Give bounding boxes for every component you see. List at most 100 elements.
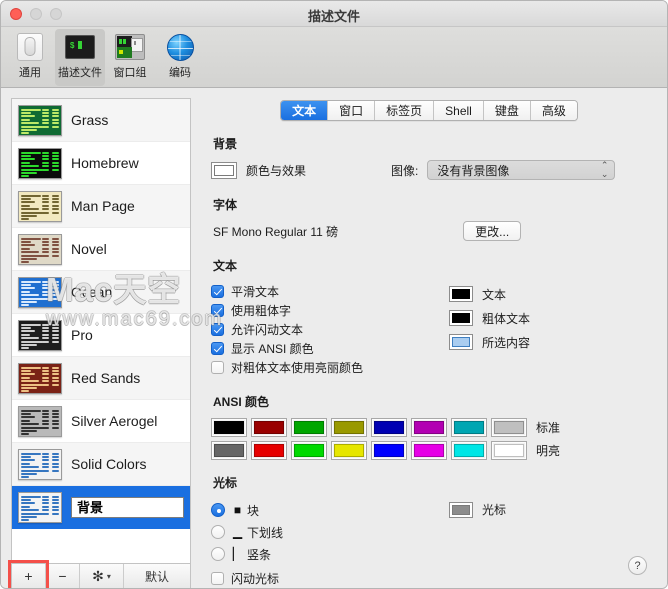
ansi-color-swatch[interactable] [251,441,287,460]
gear-icon: ✻ [92,567,104,584]
background-color-well[interactable] [211,161,237,179]
profile-list-footer: + − ✻ ▾ 默认 [8,560,191,588]
preferences-window: 描述文件 通用 $ 描述文件 窗口组 编码 Grass Homebrew Man P [0,0,668,589]
ansi-color-swatch[interactable] [251,418,287,437]
cursor-section-title: 光标 [213,476,238,490]
profile-row[interactable]: Man Page [12,185,190,228]
profile-name-label: Grass [71,112,109,128]
tab-Shell[interactable]: Shell [434,101,484,120]
cursor-shape-glyph: ■ [233,503,242,517]
ansi-color-swatch[interactable] [371,418,407,437]
color-well[interactable] [449,286,473,302]
tab-高级[interactable]: 高级 [530,101,577,120]
set-default-label: 默认 [144,569,169,584]
color-well[interactable] [449,310,473,326]
ansi-color-swatch[interactable] [291,418,327,437]
profile-row[interactable]: Grass [12,99,190,142]
tab-标签页[interactable]: 标签页 [375,101,435,120]
toolbar-item-encodings[interactable]: 编码 [155,29,205,86]
checkbox[interactable] [211,323,224,336]
profile-actions-button[interactable]: ✻ ▾ [80,564,124,588]
text-color-well-row: 文本 [449,282,530,306]
text-option-row[interactable]: 显示 ANSI 颜色 [211,339,441,358]
preferences-toolbar: 通用 $ 描述文件 窗口组 编码 [1,27,667,88]
text-option-row[interactable]: 使用粗体字 [211,301,441,320]
text-options-group: 平滑文本使用粗体字 允许闪动文本 显示 ANSI 颜色对粗体文本使用亮丽颜色 [211,282,441,377]
profile-row[interactable]: Solid Colors [12,443,190,486]
checkbox-label: 对粗体文本使用亮丽颜色 [231,361,364,375]
ansi-color-swatch[interactable] [491,418,527,437]
tab-键盘[interactable]: 键盘 [483,101,531,120]
tab-窗口[interactable]: 窗口 [328,101,376,120]
background-section-title: 背景 [213,137,238,151]
window-body: Grass Homebrew Man Page Novel Ocean Pro Red Sa… [1,88,667,588]
ansi-color-swatch[interactable] [411,418,447,437]
cursor-color-label: 光标 [482,503,507,517]
color-well-label: 所选内容 [482,335,531,350]
toolbar-label-general: 通用 [19,67,41,79]
ansi-color-rows: 标准 明亮 [211,418,649,460]
profile-name-input[interactable]: 背景 [71,496,184,518]
radio-button[interactable] [211,503,225,517]
ansi-color-swatch[interactable] [331,418,367,437]
profile-row[interactable]: Novel [12,228,190,271]
profile-list[interactable]: Grass Homebrew Man Page Novel Ocean Pro Red Sa… [11,98,191,563]
profile-name-label: Homebrew [71,155,139,171]
ansi-color-swatch[interactable] [451,441,487,460]
text-section-title: 文本 [213,259,238,273]
profile-name-label: Man Page [71,198,135,214]
background-image-select[interactable]: 没有背景图像 ⌃ ⌄ [427,160,616,180]
checkbox[interactable] [211,304,224,317]
profile-row[interactable]: Silver Aerogel [12,400,190,443]
profile-name-label: Solid Colors [71,456,147,472]
profile-thumbnail [18,147,62,179]
ansi-color-swatch[interactable] [411,441,447,460]
cursor-shape-glyph: ▁ [232,525,243,539]
cursor-option-row[interactable]: ▁ 下划线 [211,521,441,543]
ansi-color-swatch[interactable] [371,441,407,460]
checkbox[interactable] [211,361,224,374]
toolbar-item-window-groups[interactable]: 窗口组 [105,29,155,86]
profile-thumbnail [18,405,62,437]
background-image-value: 没有背景图像 [437,163,510,178]
radio-button[interactable] [211,525,225,539]
ansi-color-swatch[interactable] [491,441,527,460]
ansi-color-swatch[interactable] [291,441,327,460]
text-option-row[interactable]: 允许闪动文本 [211,320,441,339]
checkbox-label: 平滑文本 [231,285,280,299]
cursor-option-row[interactable]: ▏ 竖条 [211,543,441,565]
ansi-color-swatch[interactable] [211,441,247,460]
ansi-color-swatch[interactable] [211,418,247,437]
text-color-well-row: 所选内容 [449,330,530,354]
profile-row[interactable]: Pro [12,314,190,357]
toolbar-item-general[interactable]: 通用 [5,29,55,86]
profile-row[interactable]: Red Sands [12,357,190,400]
radio-button[interactable] [211,547,225,561]
change-font-label: 更改... [475,224,510,239]
add-profile-button[interactable]: + [8,560,49,588]
remove-profile-button[interactable]: − [46,564,80,588]
checkbox[interactable] [211,342,224,355]
blink-cursor-row[interactable]: 闪动光标 [211,569,441,588]
profile-row[interactable]: 背景 [12,486,190,529]
change-font-button[interactable]: 更改... [463,221,522,241]
checkbox[interactable] [211,285,224,298]
text-option-row[interactable]: 平滑文本 [211,282,441,301]
color-well[interactable] [449,334,473,350]
help-button[interactable]: ? [628,556,647,575]
toolbar-item-profiles[interactable]: $ 描述文件 [55,29,105,86]
set-default-button[interactable]: 默认 [124,564,190,588]
checkbox[interactable] [211,572,224,585]
toolbar-label-encodings: 编码 [169,67,191,79]
ansi-color-swatch[interactable] [331,441,367,460]
cursor-option-row[interactable]: ■ 块 [211,499,441,521]
text-option-row[interactable]: 对粗体文本使用亮丽颜色 [211,358,441,377]
tab-文本[interactable]: 文本 [281,101,329,120]
profile-row[interactable]: Ocean [12,271,190,314]
cursor-color-well[interactable] [449,501,473,518]
profile-settings-pane: 文本 窗口 标签页 Shell 键盘 高级 背景 颜色与效果 图像: 没有背景图像 ⌃ ⌄ [201,98,657,588]
ansi-color-swatch[interactable] [451,418,487,437]
settings-tabbar: 文本 窗口 标签页 Shell 键盘 高级 [201,98,657,121]
profile-row[interactable]: Homebrew [12,142,190,185]
window-title: 描述文件 [307,9,360,24]
